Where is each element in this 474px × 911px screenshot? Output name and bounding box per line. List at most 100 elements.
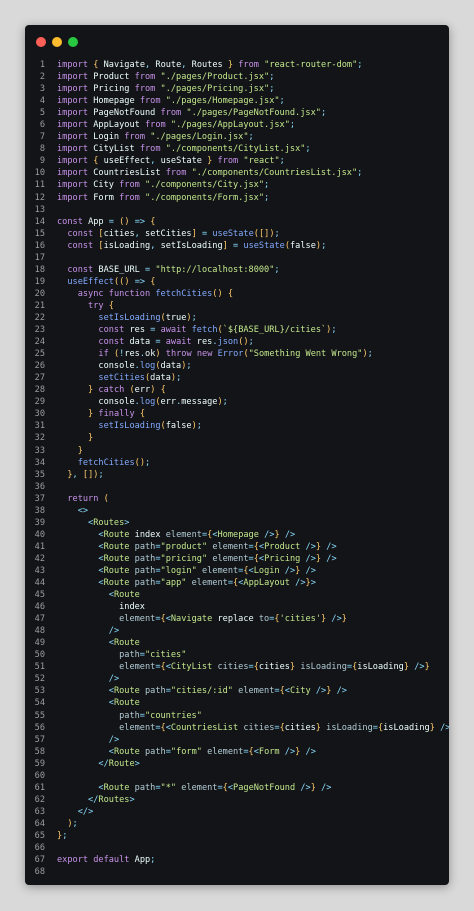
code-line: 64 );: [25, 818, 449, 830]
code-text: setIsLoading(true);: [98, 312, 197, 323]
minimize-dot-icon[interactable]: [52, 37, 62, 47]
code-line: 40 <Route index element={<Homepage />} /…: [25, 529, 449, 541]
code-text: useEffect(() => {: [67, 276, 156, 287]
code-line: 44 <Route path="app" element={<AppLayout…: [25, 577, 449, 589]
line-number: 66: [34, 843, 45, 854]
code-line: 7 import Login from "./pages/Login.jsx";: [25, 131, 449, 143]
code-line: 31 setIsLoading(false);: [25, 420, 449, 432]
code-text: <Route path="app" element={<AppLayout />…: [98, 578, 316, 589]
code-line: 61 <Route path="*" element={<PageNotFoun…: [25, 782, 449, 794]
close-dot-icon[interactable]: [36, 37, 46, 47]
code-line: 3 import Pricing from "./pages/Pricing.js…: [25, 83, 449, 95]
code-text: const data = await res.json();: [98, 337, 254, 348]
code-text: element={<CityList cities={cities} isLoa…: [119, 662, 430, 673]
code-text: />: [108, 734, 120, 745]
code-line: 42 <Route path="pricing" element={<Prici…: [25, 553, 449, 565]
code-text: <Route: [108, 638, 140, 649]
code-line: 12 import Form from "./components/Form.js…: [25, 192, 449, 204]
code-text: }, []);: [67, 469, 104, 480]
line-number: 51: [34, 662, 45, 673]
code-line: 49 <Route: [25, 637, 449, 649]
line-number: 2: [39, 72, 45, 83]
code-text: import Pricing from "./pages/Pricing.jsx…: [57, 84, 275, 95]
code-line: 51 element={<CityList cities={cities} is…: [25, 661, 449, 673]
line-number: 1: [39, 60, 45, 70]
code-text: const App = () => {: [57, 216, 156, 227]
code-text: }: [88, 433, 94, 444]
code-line: 37 return (: [25, 493, 449, 505]
code-line: 35 }, []);: [25, 469, 449, 481]
code-line: 9 import { useEffect, useState } from "re…: [25, 155, 449, 167]
maximize-dot-icon[interactable]: [68, 37, 78, 47]
code-line: 1 import { Navigate, Route, Routes } from…: [25, 59, 449, 71]
line-number: 68: [34, 867, 45, 878]
code-line: 27 setCities(data);: [25, 372, 449, 384]
line-number: 17: [34, 252, 45, 263]
code-text: );: [67, 818, 78, 829]
code-line: 34 fetchCities();: [25, 457, 449, 469]
line-number: 28: [34, 385, 45, 396]
line-number: 5: [39, 108, 45, 119]
code-text: </>: [77, 806, 94, 817]
line-number: 18: [34, 264, 45, 275]
code-text: <Route path="cities/:id" element={<City …: [108, 686, 347, 697]
code-line: 54 <Route: [25, 697, 449, 709]
code-line: 38 <>: [25, 505, 449, 517]
line-number: 22: [34, 312, 45, 323]
code-text: <Route path="form" element={<Form />} />: [108, 746, 316, 757]
code-text: import CountriesList from "./components/…: [57, 168, 363, 179]
code-text: };: [57, 831, 68, 841]
code-text: const [isLoading, setIsLoading] = useSta…: [67, 240, 327, 251]
code-text: import AppLayout from "./pages/AppLayout…: [57, 120, 296, 131]
code-line: 66: [25, 842, 449, 854]
code-line: 39 <Routes>: [25, 517, 449, 529]
line-number: 61: [34, 782, 45, 793]
code-line: 43 <Route path="login" element={<Login /…: [25, 565, 449, 577]
code-line: 32 }: [25, 432, 449, 444]
code-editor: 1 import { Navigate, Route, Routes } from…: [25, 59, 449, 878]
line-number: 33: [34, 445, 45, 456]
line-number: 65: [34, 831, 45, 841]
code-line: 2 import Product from "./pages/Product.js…: [25, 71, 449, 83]
line-number: 8: [39, 144, 45, 155]
code-line: 29 console.log(err.message);: [25, 396, 449, 408]
code-line: 58 <Route path="form" element={<Form />}…: [25, 746, 449, 758]
line-number: 27: [34, 373, 45, 384]
code-text: />: [108, 674, 120, 685]
line-number: 3: [39, 84, 45, 95]
code-text: return (: [67, 493, 109, 504]
code-text: const res = await fetch(`${BASE_URL}/cit…: [98, 325, 337, 336]
code-line: 46 index: [25, 601, 449, 613]
line-number: 12: [34, 192, 45, 203]
line-number: 36: [34, 481, 45, 492]
line-number: 11: [34, 180, 45, 191]
code-line: 10 import CountriesList from "./component…: [25, 167, 449, 179]
line-number: 57: [34, 734, 45, 745]
code-text: const BASE_URL = "http://localhost:8000"…: [67, 264, 280, 275]
code-line: 5 import PageNotFound from "./pages/PageN…: [25, 107, 449, 119]
code-line: 68: [25, 866, 449, 878]
code-line: 28 } catch (err) {: [25, 384, 449, 396]
code-text: } catch (err) {: [88, 385, 166, 396]
code-text: console.log(data);: [98, 361, 192, 372]
code-text: <Route index element={<Homepage />} />: [98, 529, 296, 540]
code-line: 57 />: [25, 734, 449, 746]
code-text: async function fetchCities() {: [77, 288, 234, 299]
code-line: 17: [25, 252, 449, 264]
code-text: </Route>: [98, 758, 140, 769]
line-number: 42: [34, 553, 45, 564]
line-number: 34: [34, 457, 45, 468]
line-number: 53: [34, 686, 45, 697]
line-number: 43: [34, 565, 45, 576]
code-text: import { useEffect, useState } from "rea…: [57, 156, 285, 167]
line-number: 26: [34, 361, 45, 372]
code-text: import City from "./components/City.jsx"…: [57, 180, 270, 191]
code-line: 16 const [isLoading, setIsLoading] = use…: [25, 240, 449, 252]
line-number: 49: [34, 638, 45, 649]
code-line: 67 export default App;: [25, 854, 449, 866]
line-number: 54: [34, 698, 45, 709]
code-text: if (!res.ok) throw new Error("Something …: [98, 349, 373, 360]
code-line: 23 const res = await fetch(`${BASE_URL}/…: [25, 324, 449, 336]
line-number: 21: [34, 300, 45, 311]
code-text: />: [108, 626, 120, 637]
